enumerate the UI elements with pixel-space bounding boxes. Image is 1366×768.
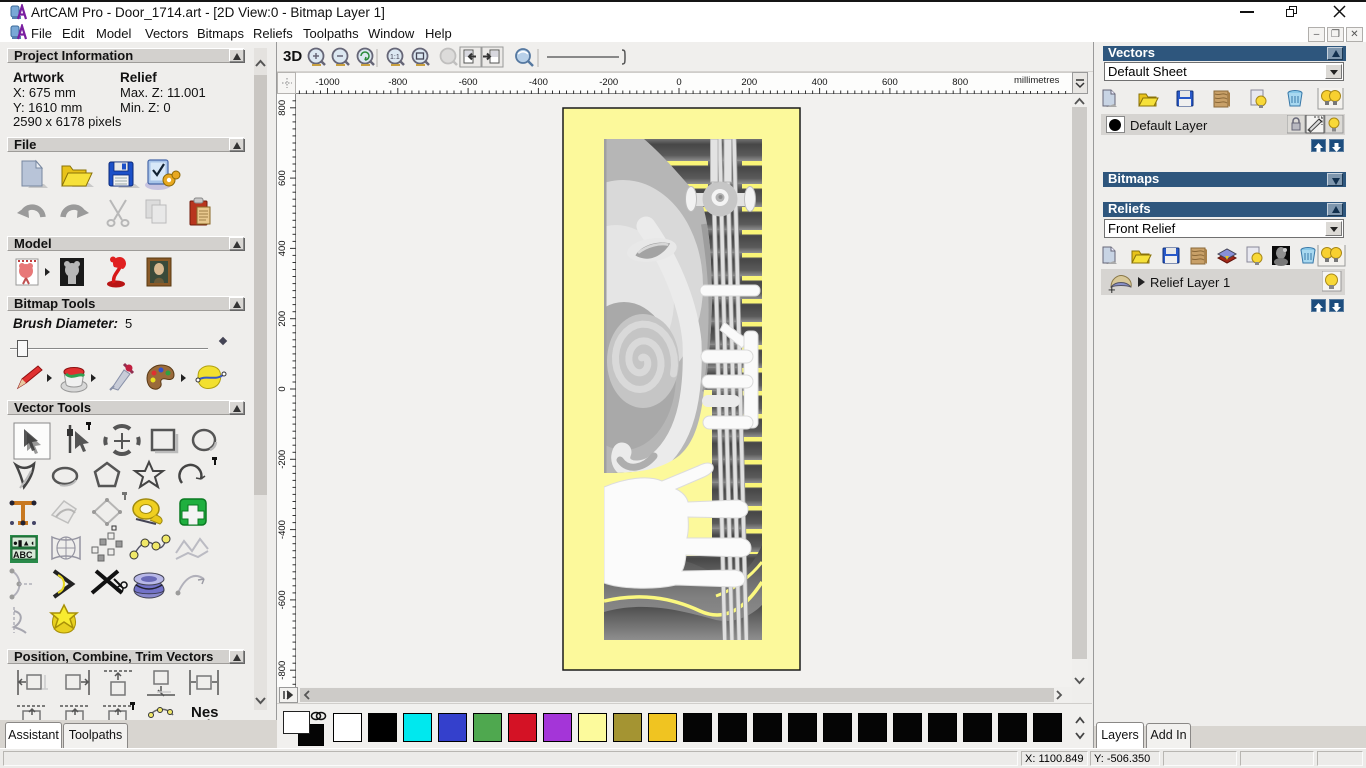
svg-text:800: 800 bbox=[952, 77, 968, 88]
svg-text:200: 200 bbox=[741, 77, 757, 88]
svg-text:●▮▲◖: ●▮▲◖ bbox=[13, 539, 35, 548]
svg-text:-800: -800 bbox=[277, 661, 288, 680]
svg-text:400: 400 bbox=[812, 77, 828, 88]
svg-text:-600: -600 bbox=[459, 77, 478, 88]
svg-text:-400: -400 bbox=[277, 520, 288, 539]
svg-text:-600: -600 bbox=[277, 590, 288, 609]
svg-text:400: 400 bbox=[277, 240, 288, 256]
svg-text:ABC: ABC bbox=[13, 550, 33, 560]
svg-text:0: 0 bbox=[277, 386, 288, 391]
svg-text:-200: -200 bbox=[599, 77, 618, 88]
svg-text:0: 0 bbox=[676, 77, 681, 88]
svg-text:-1000: -1000 bbox=[315, 77, 339, 88]
svg-text:600: 600 bbox=[882, 77, 898, 88]
svg-text:+: + bbox=[1108, 282, 1116, 295]
svg-text:200: 200 bbox=[277, 311, 288, 327]
svg-text:800: 800 bbox=[277, 100, 288, 116]
svg-text:-200: -200 bbox=[277, 450, 288, 469]
svg-text:600: 600 bbox=[277, 170, 288, 186]
svg-text:-800: -800 bbox=[388, 77, 407, 88]
svg-text:1:1: 1:1 bbox=[390, 54, 400, 61]
svg-text:-400: -400 bbox=[529, 77, 548, 88]
